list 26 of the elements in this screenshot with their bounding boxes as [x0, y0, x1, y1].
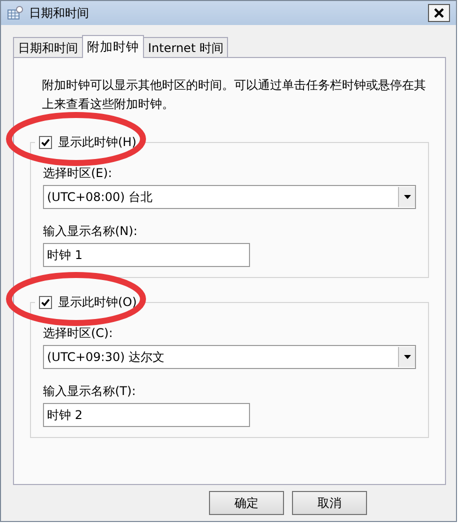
timezone-dropdown[interactable]: (UTC+08:00) 台北 — [43, 185, 416, 209]
check-icon — [41, 138, 50, 147]
check-icon — [41, 298, 50, 307]
field-label: 输入显示名称(N): — [43, 223, 138, 240]
tab[interactable]: 日期和时间 — [13, 37, 83, 57]
field-label: 选择时区(E): — [43, 165, 113, 182]
caret-icon — [404, 355, 410, 359]
show-clock-checkbox[interactable]: 显示此时钟(O) — [35, 294, 141, 311]
field-label: 选择时区(C): — [43, 325, 114, 342]
name-input[interactable]: 时钟 1 — [43, 243, 250, 267]
tab[interactable]: Internet 时间 — [143, 37, 228, 57]
show-clock-checkbox[interactable]: 显示此时钟(H) — [35, 134, 140, 151]
checkbox[interactable] — [39, 136, 52, 149]
tab[interactable]: 附加时钟 — [82, 35, 144, 58]
name-input[interactable]: 时钟 2 — [43, 403, 250, 427]
field-label: 输入显示名称(T): — [43, 383, 137, 400]
close-button[interactable] — [428, 4, 450, 22]
checkbox[interactable] — [39, 296, 52, 309]
caret-icon — [404, 195, 410, 199]
dialog-button[interactable]: 确定 — [209, 491, 284, 515]
close-icon — [434, 8, 444, 18]
window-title: 日期和时间 — [29, 4, 89, 22]
calendar-clock-icon — [7, 6, 23, 20]
description-text: 附加时钟可以显示其他时区的时间。可以通过单击任务栏时钟或悬停在其上来查看这些附加时钟。 — [42, 77, 427, 113]
dialog-button[interactable]: 取消 — [292, 491, 367, 515]
timezone-dropdown[interactable]: (UTC+09:30) 达尔文 — [43, 345, 416, 369]
